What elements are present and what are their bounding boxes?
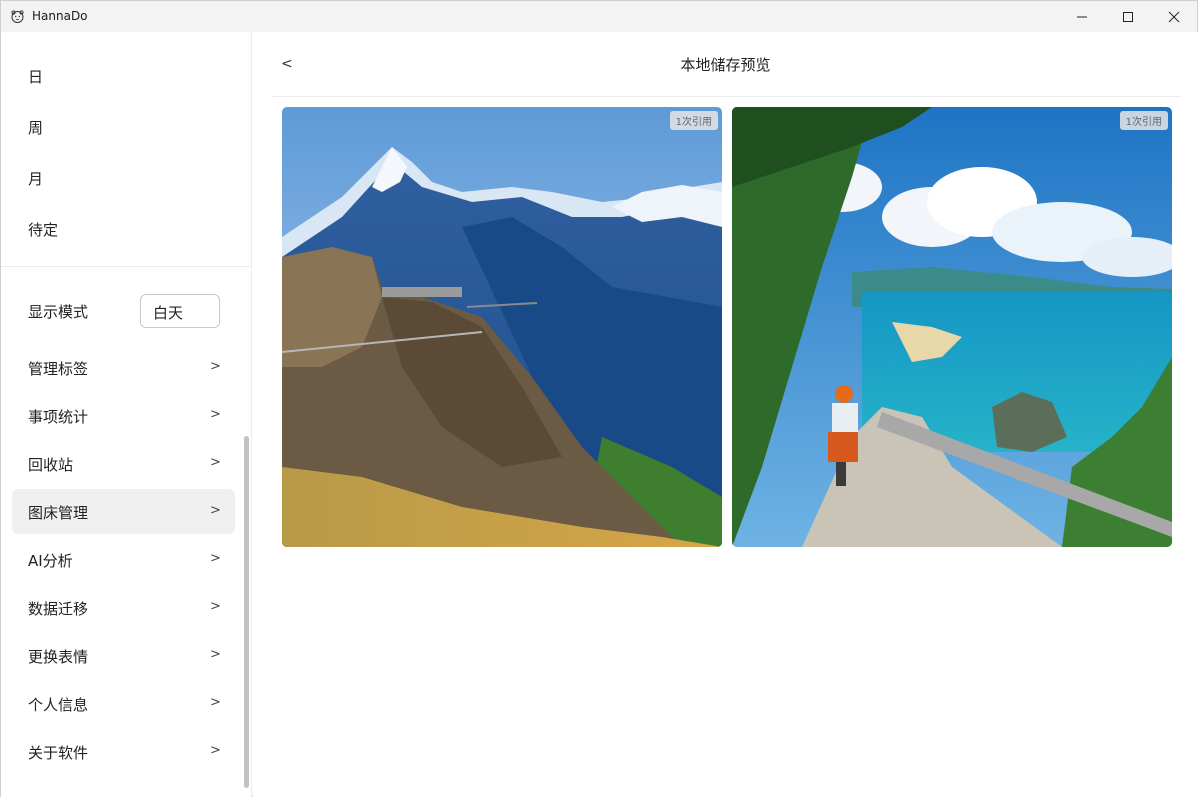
close-icon [1168,11,1180,22]
image-card-coastal[interactable]: 1次引用 [732,107,1172,547]
header-divider [273,96,1181,97]
menu-item-profile[interactable]: 个人信息 > [12,681,235,726]
view-day[interactable]: 日 [28,66,43,87]
app-title: HannaDo [32,9,88,23]
view-pending[interactable]: 待定 [28,219,58,240]
menu-item-recycle-bin[interactable]: 回收站 > [12,441,235,486]
maximize-button[interactable] [1105,1,1151,32]
maximize-icon [1123,11,1133,22]
chevron-right-icon: > [210,695,221,710]
display-mode-select[interactable]: 白天 [140,294,220,328]
sidebar-divider [1,266,251,267]
chevron-right-icon: > [210,647,221,662]
menu-item-about[interactable]: 关于软件 > [12,729,235,774]
chevron-right-icon: > [210,743,221,758]
display-mode-label: 显示模式 [28,303,89,321]
reference-count-badge: 1次引用 [1119,111,1168,130]
menu-item-label: 图床管理 [28,504,89,522]
menu-item-image-hosting[interactable]: 图床管理 > [12,489,235,534]
chevron-right-icon: > [210,407,221,422]
chevron-right-icon: > [210,599,221,614]
menu-item-change-emoji[interactable]: 更换表情 > [12,633,235,678]
menu-item-label: 事项统计 [28,408,89,426]
chevron-right-icon: > [210,503,221,518]
minimize-button[interactable] [1059,1,1105,32]
reference-count-badge: 1次引用 [669,111,718,130]
chevron-right-icon: > [210,455,221,470]
menu-item-label: 回收站 [28,456,74,474]
sidebar-scrollbar[interactable] [244,436,249,788]
menu-item-label: 个人信息 [28,696,89,714]
coastal-image [732,107,1172,547]
main-panel: < 本地储存预览 1次引用 1次引用 [253,32,1198,797]
menu-item-label: 管理标签 [28,360,89,378]
menu-item-label: 数据迁移 [28,600,89,618]
menu-item-label: 关于软件 [28,744,89,762]
app-logo-icon [10,9,25,24]
minimize-icon [1077,16,1087,17]
mountain-image [282,107,722,547]
app-window: HannaDo 日 周 月 待定 显示模式 白天 管理标签 > 事项统计 > 回… [0,0,1198,797]
chevron-right-icon: > [210,359,221,374]
image-card-mountain[interactable]: 1次引用 [282,107,722,547]
menu-item-manage-tags[interactable]: 管理标签 > [12,345,235,390]
menu-item-label: 更换表情 [28,648,89,666]
menu-item-data-migration[interactable]: 数据迁移 > [12,585,235,630]
view-week[interactable]: 周 [28,117,43,138]
menu-item-statistics[interactable]: 事项统计 > [12,393,235,438]
menu-item-ai-analysis[interactable]: AI分析 > [12,537,235,582]
page-title: 本地储存预览 [680,56,771,74]
close-button[interactable] [1151,1,1197,32]
view-month[interactable]: 月 [28,168,43,189]
chevron-right-icon: > [210,551,221,566]
menu-item-label: AI分析 [28,552,73,570]
title-bar[interactable]: HannaDo [1,1,1197,32]
sidebar: 日 周 月 待定 显示模式 白天 管理标签 > 事项统计 > 回收站 > 图床管… [1,32,252,797]
